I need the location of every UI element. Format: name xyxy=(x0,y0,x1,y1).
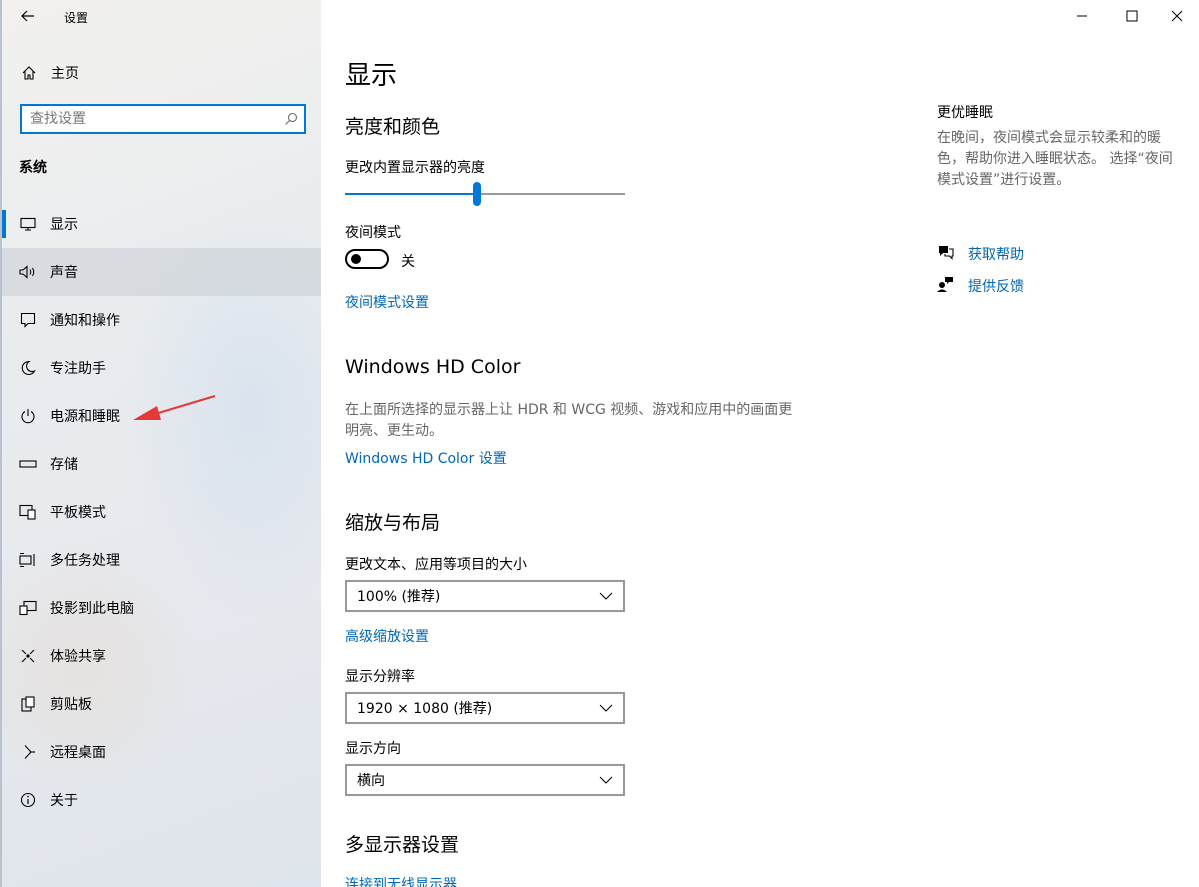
power-icon xyxy=(18,408,38,424)
sidebar-nav: 显示 声音 通知和操作 专注助手 电源和睡眠 存储 平板模式 多任务处理 投影到… xyxy=(2,200,321,824)
get-help-link[interactable]: 获取帮助 xyxy=(937,244,1024,264)
sidebar-item-label: 专注助手 xyxy=(50,361,106,377)
chevron-down-icon xyxy=(599,776,613,784)
sidebar-item-label: 声音 xyxy=(50,265,78,281)
hd-color-heading: Windows HD Color xyxy=(345,356,521,378)
close-button[interactable] xyxy=(1154,0,1199,32)
multitask-icon xyxy=(18,552,38,568)
share-icon xyxy=(18,648,38,664)
wireless-display-link[interactable]: 连接到无线显示器 xyxy=(345,874,457,887)
main-content: 显示 亮度和颜色 更改内置显示器的亮度 夜间模式 关 夜间模式设置 Window… xyxy=(321,0,1199,887)
app-title: 设置 xyxy=(64,11,89,25)
scale-layout-heading: 缩放与布局 xyxy=(345,512,441,534)
sidebar-item-label: 电源和睡眠 xyxy=(50,409,120,425)
sidebar-item-label: 远程桌面 xyxy=(50,745,106,761)
title-bar: 设置 xyxy=(2,0,321,32)
scale-value: 100% (推荐) xyxy=(357,589,441,605)
give-feedback-label: 提供反馈 xyxy=(968,279,1024,295)
tablet-icon xyxy=(18,504,38,520)
sidebar-item-label: 投影到此电脑 xyxy=(50,601,134,617)
page-title: 显示 xyxy=(345,61,398,91)
home-icon xyxy=(19,65,39,81)
sidebar-item-storage[interactable]: 存储 xyxy=(2,440,321,488)
remote-desktop-icon xyxy=(18,744,38,760)
sidebar-item-label: 平板模式 xyxy=(50,505,106,521)
home-nav-item[interactable]: 主页 xyxy=(2,56,321,90)
multi-display-heading: 多显示器设置 xyxy=(345,834,460,856)
maximize-button[interactable] xyxy=(1109,0,1155,32)
advanced-scaling-link[interactable]: 高级缩放设置 xyxy=(345,626,429,646)
orientation-value: 横向 xyxy=(357,773,385,789)
hd-color-settings-link[interactable]: Windows HD Color 设置 xyxy=(345,448,507,468)
sidebar-item-label: 剪贴板 xyxy=(50,697,92,713)
orientation-dropdown[interactable]: 横向 xyxy=(345,764,625,796)
home-label: 主页 xyxy=(51,66,79,82)
sidebar-item-display[interactable]: 显示 xyxy=(2,200,321,248)
chevron-down-icon xyxy=(599,592,613,600)
night-light-settings-link[interactable]: 夜间模式设置 xyxy=(345,292,429,312)
storage-icon xyxy=(18,459,38,469)
slider-thumb[interactable] xyxy=(473,182,481,206)
brightness-color-heading: 亮度和颜色 xyxy=(345,116,441,138)
minimize-button[interactable] xyxy=(1059,0,1105,32)
night-light-state: 关 xyxy=(401,254,415,270)
give-feedback-link[interactable]: 提供反馈 xyxy=(937,276,1024,296)
resolution-dropdown[interactable]: 1920 × 1080 (推荐) xyxy=(345,692,625,724)
monitor-icon xyxy=(18,217,38,231)
maximize-icon xyxy=(1126,10,1138,22)
sidebar-item-multitasking[interactable]: 多任务处理 xyxy=(2,536,321,584)
get-help-label: 获取帮助 xyxy=(968,247,1024,263)
notification-icon xyxy=(18,312,38,328)
sidebar-item-focus-assist[interactable]: 专注助手 xyxy=(2,344,321,392)
sidebar-item-clipboard[interactable]: 剪贴板 xyxy=(2,680,321,728)
sidebar-item-label: 显示 xyxy=(50,217,78,233)
night-light-label: 夜间模式 xyxy=(345,225,401,241)
night-light-toggle[interactable] xyxy=(345,249,389,269)
scale-dropdown[interactable]: 100% (推荐) xyxy=(345,580,625,612)
section-label: 系统 xyxy=(19,160,47,176)
sidebar: 设置 主页 系统 显示 xyxy=(0,0,321,887)
brightness-label: 更改内置显示器的亮度 xyxy=(345,160,485,176)
sidebar-item-sound[interactable]: 声音 xyxy=(2,248,321,296)
back-arrow-icon xyxy=(21,10,34,22)
resolution-value: 1920 × 1080 (推荐) xyxy=(357,701,493,717)
minimize-icon xyxy=(1077,15,1087,17)
hd-color-description: 在上面所选择的显示器上让 HDR 和 WCG 视频、游戏和应用中的画面更明亮、更… xyxy=(345,402,793,439)
sidebar-item-remote-desktop[interactable]: 远程桌面 xyxy=(2,728,321,776)
sidebar-item-label: 关于 xyxy=(50,793,78,809)
close-icon xyxy=(1171,10,1183,22)
sleep-tip-title: 更优睡眠 xyxy=(937,105,993,121)
chevron-down-icon xyxy=(599,704,613,712)
speaker-icon xyxy=(18,265,38,279)
search-box[interactable] xyxy=(20,104,306,134)
sidebar-item-about[interactable]: 关于 xyxy=(2,776,321,824)
search-icon[interactable] xyxy=(284,111,298,130)
annotation-arrow-icon xyxy=(133,394,216,420)
feedback-person-icon xyxy=(937,276,955,296)
sidebar-item-label: 通知和操作 xyxy=(50,313,120,329)
sidebar-item-tablet-mode[interactable]: 平板模式 xyxy=(2,488,321,536)
scale-label: 更改文本、应用等项目的大小 xyxy=(345,557,527,573)
resolution-label: 显示分辨率 xyxy=(345,669,415,685)
toggle-knob xyxy=(351,254,361,264)
search-input[interactable] xyxy=(22,106,262,132)
sidebar-item-label: 体验共享 xyxy=(50,649,106,665)
projector-icon xyxy=(18,600,38,616)
sidebar-item-project-to-pc[interactable]: 投影到此电脑 xyxy=(2,584,321,632)
moon-icon xyxy=(18,360,38,376)
sidebar-item-shared-experiences[interactable]: 体验共享 xyxy=(2,632,321,680)
back-button[interactable] xyxy=(14,4,42,28)
clipboard-icon xyxy=(18,696,38,712)
sidebar-item-notifications[interactable]: 通知和操作 xyxy=(2,296,321,344)
orientation-label: 显示方向 xyxy=(345,741,401,757)
chat-help-icon xyxy=(937,244,955,264)
sidebar-item-label: 存储 xyxy=(50,457,78,473)
slider-fill xyxy=(345,193,477,195)
brightness-slider[interactable] xyxy=(345,182,625,206)
sidebar-item-label: 多任务处理 xyxy=(50,553,120,569)
sleep-tip-description: 在晚间，夜间模式会显示较柔和的暖色，帮助你进入睡眠状态。 选择“夜间模式设置”进… xyxy=(937,130,1173,188)
info-icon xyxy=(18,792,38,808)
